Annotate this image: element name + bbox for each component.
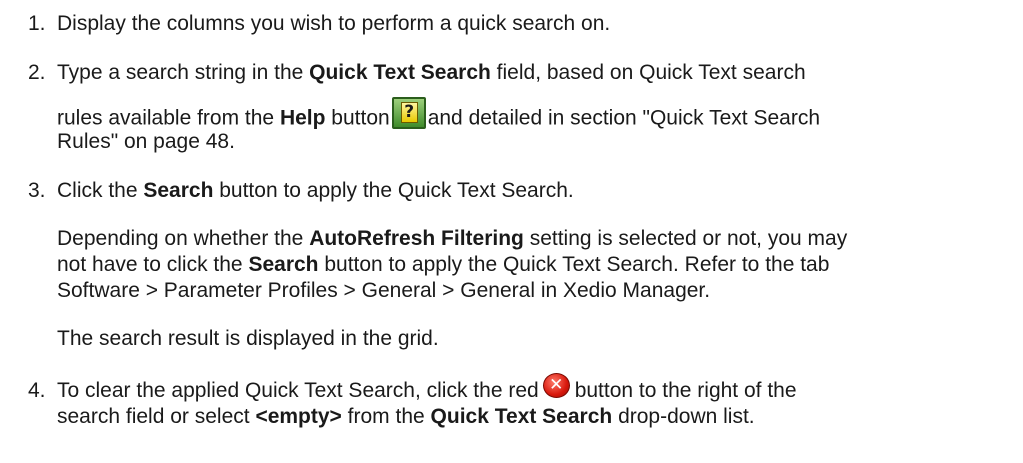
step-3-para-1-line-2: not have to click the Search button to a… [57, 252, 829, 278]
text-run: setting is selected or not, you may [523, 227, 848, 250]
step-2-line-3: Rules" on page 48. [57, 130, 235, 153]
text-run: and detailed in section "Quick Text Sear… [427, 106, 820, 130]
text-run: field, based on Quick Text search [490, 61, 806, 84]
ui-term-quick-text-search: Quick Text Search [430, 405, 613, 428]
clear-red-x-icon: ✕ [541, 373, 573, 399]
text-run: Depending on whether the [57, 227, 310, 250]
ui-term-autorefresh-filtering: AutoRefresh Filtering [309, 227, 524, 250]
step-4-number: 4. [28, 379, 46, 402]
step-2-number: 2. [28, 61, 46, 84]
step-3-number: 3. [28, 179, 46, 202]
ui-term-help: Help [279, 106, 326, 130]
text-run: button to the right of the [574, 379, 797, 402]
text-run: search field or select [57, 405, 256, 428]
step-2-line-1: Type a search string in the Quick Text S… [57, 60, 806, 86]
text-run: button to apply the Quick Text Search. [213, 179, 574, 202]
text-run: rules available from the [57, 106, 280, 130]
text-run: Click the [57, 179, 144, 202]
ui-term-empty: <empty> [255, 405, 342, 428]
text-run: button [325, 106, 390, 130]
text-run: drop-down list. [612, 405, 755, 428]
text-run: from the [341, 405, 431, 428]
ui-term-search: Search [248, 253, 319, 276]
document-page: 1. Display the columns you wish to perfo… [0, 0, 1023, 463]
step-1-number: 1. [28, 12, 46, 35]
text-run: button to apply the Quick Text Search. R… [318, 253, 830, 276]
step-3-para-1-line-3: Software > Parameter Profiles > General … [57, 279, 711, 302]
step-3-line-1: Click the Search button to apply the Qui… [57, 178, 574, 204]
ui-term-quick-text-search: Quick Text Search [309, 61, 491, 84]
step-1-text: Display the columns you wish to perform … [57, 12, 611, 35]
ui-term-search: Search [143, 179, 214, 202]
text-run: Type a search string in the [57, 61, 310, 84]
step-3-para-1-line-1: Depending on whether the AutoRefresh Fil… [57, 226, 847, 252]
text-run: To clear the applied Quick Text Search, … [57, 379, 539, 402]
text-run: not have to click the [57, 253, 249, 276]
step-3-para-2: The search result is displayed in the gr… [57, 327, 439, 350]
help-question-icon: ? [391, 97, 426, 129]
step-4-line-1: To clear the applied Quick Text Search, … [57, 373, 797, 404]
step-4-line-2: search field or select <empty> from the … [57, 404, 755, 430]
